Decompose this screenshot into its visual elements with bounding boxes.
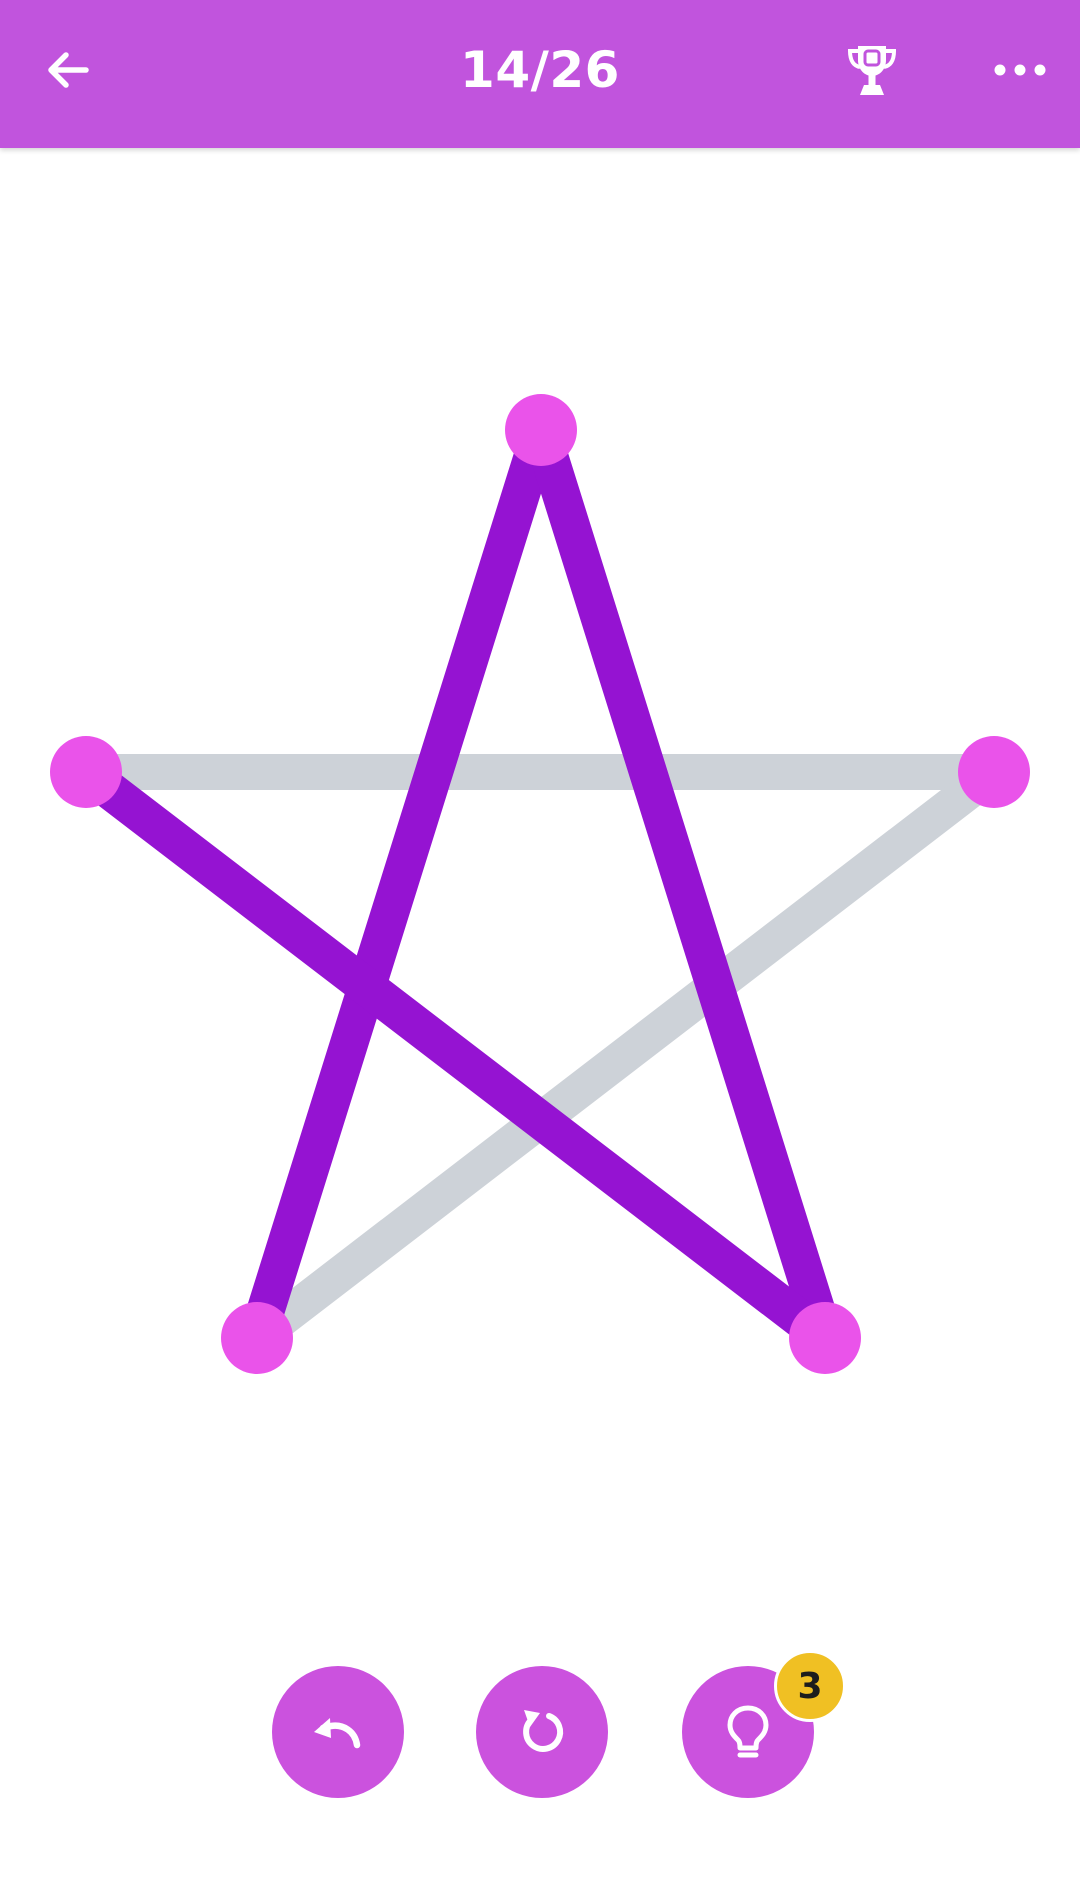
edge-left-bottom-right — [67, 753, 844, 1357]
restart-icon — [523, 1710, 564, 1752]
hint-count-badge: 3 — [774, 1650, 846, 1722]
edge-top-bottom-left — [238, 411, 560, 1357]
nodes — [50, 394, 1030, 1374]
game-screen: 14/26 3 — [0, 0, 1080, 1881]
more-horizontal-icon — [994, 64, 1046, 76]
edge-right-bottom-left[interactable] — [239, 754, 1012, 1356]
lightbulb-icon — [727, 1705, 769, 1758]
node-right[interactable] — [958, 736, 1030, 808]
restart-button[interactable] — [476, 1666, 608, 1798]
node-top[interactable] — [505, 394, 577, 466]
achievements-button[interactable] — [832, 30, 912, 110]
undo-button[interactable] — [272, 1666, 404, 1798]
undo-icon — [314, 1718, 361, 1749]
top-app-bar: 14/26 — [0, 0, 1080, 148]
arrow-left-icon — [48, 52, 89, 88]
trophy-icon — [847, 46, 897, 95]
more-options-button[interactable] — [980, 30, 1060, 110]
edge-top-bottom-right — [522, 411, 844, 1357]
puzzle-board[interactable] — [0, 148, 1080, 1628]
node-bottom-right[interactable] — [789, 1302, 861, 1374]
node-bottom-left[interactable] — [221, 1302, 293, 1374]
level-progress: 14/26 — [460, 41, 620, 99]
node-left[interactable] — [50, 736, 122, 808]
back-button[interactable] — [28, 30, 108, 110]
